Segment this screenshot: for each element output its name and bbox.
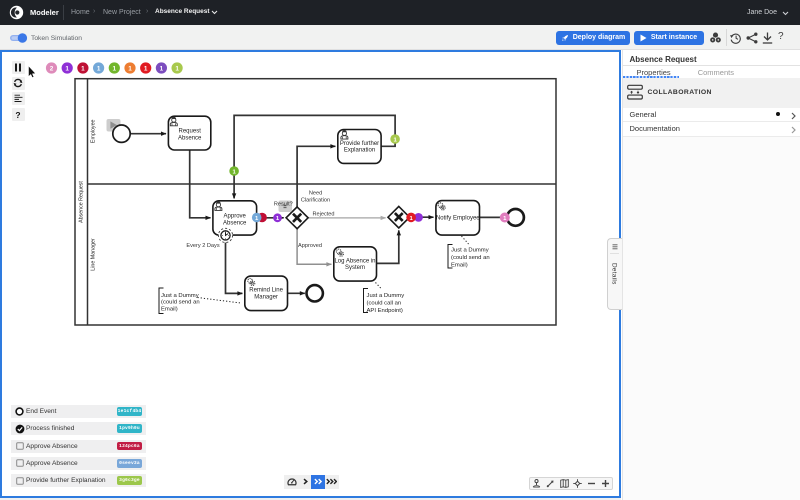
svg-text:Result?: Result? [273,201,292,207]
svg-text:2: 2 [49,65,53,72]
svg-text:1: 1 [96,65,100,72]
svg-text:(could send an: (could send an [451,255,490,261]
svg-text:Employee: Employee [90,119,96,143]
svg-text:1: 1 [128,65,132,72]
svg-text:Just a Dummy: Just a Dummy [451,248,489,254]
svg-text:Every 2 Days: Every 2 Days [186,243,219,249]
svg-text:Rejected: Rejected [312,211,334,217]
svg-text:1: 1 [175,65,179,72]
svg-text:Absence: Absence [223,220,247,226]
svg-text:Just a Dummy: Just a Dummy [161,293,199,299]
svg-text:Absence Request: Absence Request [78,181,84,223]
svg-text:Email): Email) [451,263,468,269]
svg-text:System: System [344,265,364,271]
svg-text:Clarification: Clarification [300,198,329,204]
svg-text:1: 1 [112,65,116,72]
svg-text:Notify Employee: Notify Employee [435,216,479,222]
svg-text:Approve: Approve [223,214,246,220]
svg-text:1: 1 [159,65,163,72]
svg-text:Provide further: Provide further [339,141,378,147]
svg-text:Absence: Absence [178,135,202,141]
svg-text:1: 1 [65,65,69,72]
svg-text:(could send an: (could send an [161,300,200,306]
svg-text:Log Absence in: Log Absence in [334,258,375,264]
svg-text:Need: Need [308,191,321,197]
svg-text:1: 1 [143,65,147,72]
svg-text:Approved: Approved [298,243,322,249]
svg-text:1: 1 [81,65,85,72]
svg-text:Just a Dummy: Just a Dummy [366,293,404,299]
svg-text:Manager: Manager [254,295,278,301]
svg-text:Remind Line: Remind Line [249,288,283,294]
svg-text:Line Manager: Line Manager [90,238,96,271]
svg-text:(could call an: (could call an [366,301,401,307]
svg-text:Explanation: Explanation [343,148,374,154]
svg-text:Email): Email) [161,306,178,312]
svg-text:Request: Request [178,128,201,134]
svg-text:API Endpoint): API Endpoint) [366,308,402,314]
